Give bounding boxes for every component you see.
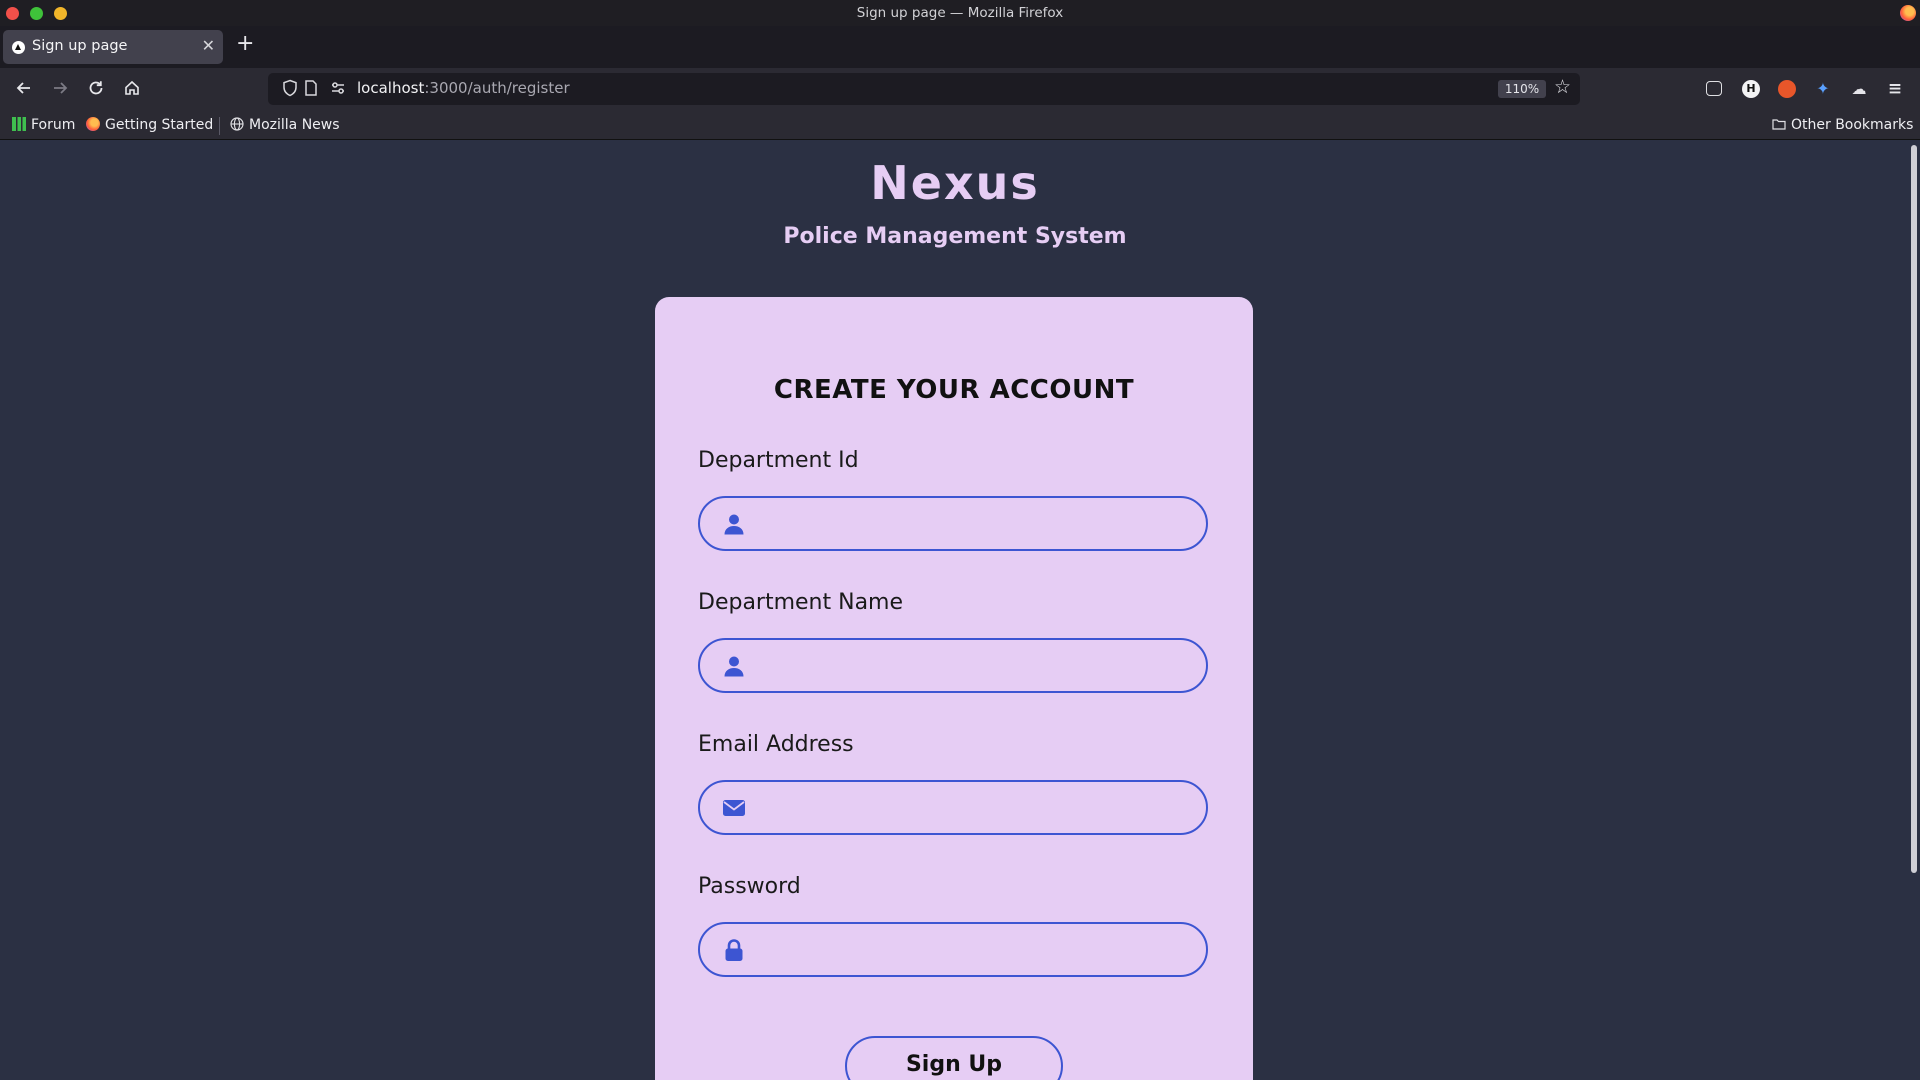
form-heading: CREATE YOUR ACCOUNT (773, 375, 1135, 405)
bookmarks-toolbar: Forum Getting Started Mozilla News Other… (0, 112, 1920, 140)
page-scrollbar[interactable] (1911, 145, 1917, 873)
password-input[interactable] (764, 934, 1184, 964)
bookmark-separator (219, 117, 220, 135)
forward-arrow-icon (54, 82, 68, 94)
home-button[interactable] (120, 78, 144, 102)
zoom-level-badge[interactable]: 110% (1498, 80, 1546, 98)
window-titlebar: Sign up page — Mozilla Firefox (0, 0, 1920, 26)
permissions-icon[interactable] (330, 79, 346, 103)
url-host: localhost (357, 79, 425, 97)
email-address-input[interactable] (764, 792, 1184, 822)
site-favicon-icon (12, 41, 25, 54)
extension-duckduckgo-icon[interactable] (1778, 80, 1796, 98)
firefox-logo-icon (1900, 5, 1916, 21)
signup-card: CREATE YOUR ACCOUNT Department Id Depart… (655, 297, 1253, 1080)
url-path: :3000/auth/register (424, 79, 570, 97)
bookmark-label: Forum (31, 117, 76, 133)
page-icon[interactable] (304, 79, 318, 103)
department-id-input[interactable] (764, 508, 1184, 538)
bookmark-mozilla-news[interactable]: Mozilla News (230, 117, 340, 133)
department-name-label: Department Name (698, 590, 904, 615)
pocket-icon[interactable] (1706, 81, 1722, 96)
navigation-toolbar: localhost:3000/auth/register 110% ☆ H ✦ … (0, 68, 1920, 112)
bookmark-getting-started[interactable]: Getting Started (86, 117, 213, 133)
page-viewport: Nexus Police Management System CREATE YO… (0, 141, 1920, 1080)
other-bookmarks[interactable]: Other Bookmarks (1772, 117, 1913, 133)
folder-icon (1772, 119, 1786, 130)
reload-button[interactable] (84, 78, 108, 102)
sign-up-button[interactable]: Sign Up (845, 1036, 1063, 1080)
department-id-label: Department Id (698, 448, 859, 473)
brand-title: Nexus (870, 156, 1040, 210)
department-name-field[interactable] (698, 638, 1208, 693)
bookmark-forum[interactable]: Forum (12, 117, 75, 133)
user-icon (724, 514, 744, 535)
extension-bird-icon[interactable]: ✦ (1814, 80, 1832, 98)
department-id-field[interactable] (698, 496, 1208, 551)
password-label: Password (698, 874, 801, 899)
app-menu-icon[interactable]: ≡ (1886, 80, 1904, 98)
bookmark-star-icon[interactable]: ☆ (1554, 76, 1571, 98)
back-button[interactable] (12, 78, 36, 102)
globe-icon (230, 117, 244, 131)
address-bar[interactable]: localhost:3000/auth/register 110% ☆ (268, 73, 1580, 105)
user-icon (724, 656, 744, 677)
extension-cloud-icon[interactable]: ☁ (1850, 80, 1868, 98)
firefox-icon (86, 117, 100, 131)
forum-icon (12, 117, 26, 131)
tab-strip: Sign up page ✕ + (0, 26, 1920, 68)
tab-close-icon[interactable]: ✕ (202, 36, 215, 55)
window-title: Sign up page — Mozilla Firefox (856, 5, 1064, 21)
brand-subtitle: Police Management System (783, 224, 1127, 249)
envelope-icon (723, 800, 745, 816)
back-arrow-icon (16, 82, 30, 94)
home-icon (125, 80, 139, 95)
extension-h-icon[interactable]: H (1742, 80, 1760, 98)
department-name-input[interactable] (764, 650, 1184, 680)
password-field[interactable] (698, 922, 1208, 977)
email-address-field[interactable] (698, 780, 1208, 835)
new-tab-button[interactable]: + (236, 31, 254, 56)
url-text[interactable]: localhost:3000/auth/register (357, 79, 570, 97)
bookmark-label: Mozilla News (249, 117, 340, 133)
bookmark-label: Getting Started (105, 117, 214, 133)
email-address-label: Email Address (698, 732, 854, 757)
shield-icon[interactable] (282, 79, 298, 103)
other-bookmarks-label: Other Bookmarks (1791, 117, 1914, 133)
reload-icon (89, 81, 103, 95)
lock-icon (725, 939, 743, 961)
tab-label: Sign up page (32, 38, 128, 54)
tab-sign-up-page[interactable]: Sign up page ✕ (3, 30, 223, 64)
forward-button[interactable] (48, 78, 72, 102)
